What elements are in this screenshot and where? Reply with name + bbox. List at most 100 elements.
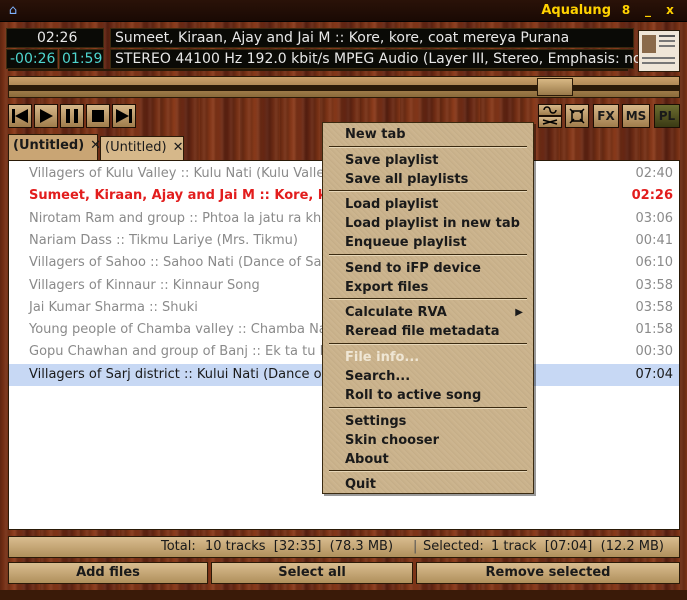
track-name: Villagers of Sarj district :: Kului Nati… [29,366,351,382]
menu-item-label: Search... [345,369,411,384]
playlist-context-menu: New tab Save playlist Save all playlists Lo… [322,122,534,494]
submenu-arrow-icon: ▶ [515,307,523,318]
fx-button[interactable]: FX [593,104,619,128]
total-time: 01:59 [62,51,103,67]
menu-item-file-info: File info... [345,349,531,367]
menu-item-reread-file-metadata[interactable]: Reread file metadata [345,323,531,341]
menu-item-label: Reread file metadata [345,324,500,339]
menu-separator [329,407,527,409]
menu-item-save-all-playlists[interactable]: Save all playlists [345,171,531,189]
ms-button[interactable]: MS [622,104,650,128]
track-name: Jai Kumar Sharma :: Shuki [29,299,198,315]
stop-icon [92,110,104,122]
track-name: Gopu Chawhan and group of Banj :: Ek ta … [29,344,345,360]
prev-button[interactable] [8,104,32,128]
menu-item-load-playlist[interactable]: Load playlist [345,196,531,214]
menu-item-roll-to-active-song[interactable]: Roll to active song [345,387,531,405]
menu-item-label: Roll to active song [345,388,482,403]
tab-close-icon[interactable]: ✕ [173,140,184,155]
repeat-icon [543,106,557,114]
expand-icon [569,108,585,124]
pl-button[interactable]: PL [654,104,680,128]
menu-item-search[interactable]: Search... [345,368,531,386]
shuffle-button[interactable] [538,116,562,128]
menu-item-label: Save playlist [345,153,439,168]
tab-untitled-1[interactable]: (Untitled) ✕ [8,134,101,160]
volume-track [8,69,628,71]
track-duration: 02:40 [635,166,673,181]
play-button[interactable] [34,104,58,128]
title-bar: ⌂ Aqualung 8 _ x [0,0,687,22]
selected-value: 1 track [07:04] (12.2 MB) [491,539,664,554]
menu-item-settings[interactable]: Settings [345,413,531,431]
add-files-button[interactable]: Add files [8,562,208,584]
menu-item-send-to-ifp-device[interactable]: Send to iFP device [345,260,531,278]
menu-item-save-playlist[interactable]: Save playlist [345,152,531,170]
elapsed-time-display[interactable]: 02:26 [6,28,104,48]
track-duration: 01:58 [635,322,673,338]
stop-button[interactable] [86,104,110,128]
total-value: 10 tracks [32:35] (78.3 MB) [205,539,394,554]
pause-button[interactable] [60,104,84,128]
menu-item-enqueue-playlist[interactable]: Enqueue playlist [345,234,531,252]
stream-info: STEREO 44100 Hz 192.0 kbit/s MPEG Audio … [115,51,665,67]
seek-groove [9,85,679,91]
track-duration: 03:06 [635,210,673,226]
menu-separator [329,190,527,192]
track-name: Nariam Dass :: Tikmu Lariye (Mrs. Tikmu) [29,232,298,248]
track-name: Villagers of Sahoo :: Sahoo Nati (Dance … [29,255,346,271]
app-icon[interactable]: ⌂ [5,3,21,19]
menu-item-skin-chooser[interactable]: Skin chooser [345,432,531,450]
menu-item-label: Settings [345,414,407,429]
next-icon [116,109,132,123]
menu-item-export-files[interactable]: Export files [345,279,531,297]
track-duration: 06:10 [635,255,673,271]
window-title: Aqualung [541,3,611,18]
remove-selected-button[interactable]: Remove selected [416,562,680,584]
menu-separator [329,254,527,256]
album-art [638,30,680,72]
track-duration: 02:26 [631,188,673,204]
total-label: Total: [161,539,196,554]
minimize-button[interactable]: _ [641,3,655,17]
track-duration: 00:41 [635,232,673,248]
menu-item-load-playlist-in-new-tab[interactable]: Load playlist in new tab [345,215,531,233]
menu-item-label: Enqueue playlist [345,235,467,250]
track-name: Nirotam Ram and group :: Phtoa la jatu r… [29,210,346,226]
tab-label: (Untitled) [105,140,167,155]
menu-item-new-tab[interactable]: New tab [345,126,531,144]
volume-bar[interactable] [8,66,628,74]
close-button[interactable]: x [663,3,677,17]
status-bar: Total: 10 tracks [32:35] (78.3 MB) | Sel… [8,536,680,558]
tab-label: (Untitled) [13,138,85,153]
shade-button[interactable]: 8 [619,3,633,17]
menu-item-label: Calculate RVA [345,305,447,320]
repeat-button[interactable] [538,104,562,116]
next-button[interactable] [112,104,136,128]
song-title: Sumeet, Kiraan, Ajay and Jai M :: Kore, … [115,30,570,46]
seek-bar[interactable] [8,76,680,98]
menu-item-calculate-rva[interactable]: Calculate RVA ▶ [345,304,531,322]
select-all-button[interactable]: Select all [211,562,413,584]
menu-item-label: Send to iFP device [345,261,481,276]
selected-label: Selected: [423,539,484,554]
pause-icon [66,109,78,123]
menu-item-label: Quit [345,477,376,492]
menu-item-label: Save all playlists [345,172,469,187]
menu-item-label: Export files [345,280,429,295]
menu-item-label: Load playlist [345,197,439,212]
track-duration: 03:58 [635,299,673,315]
menu-item-label: New tab [345,127,406,142]
menu-item-about[interactable]: About [345,451,531,469]
track-name: Young people of Chamba valley :: Chamba … [29,322,345,338]
menu-item-quit[interactable]: Quit [345,476,531,494]
track-name: Villagers of Kinnaur :: Kinnaur Song [29,277,260,293]
seek-thumb[interactable] [537,78,573,96]
menu-item-label: Load playlist in new tab [345,216,520,231]
status-divider: | [413,539,418,554]
menu-separator [329,298,527,300]
track-name: Villagers of Kulu Valley :: Kulu Nati (K… [29,166,355,181]
menu-item-label: File info... [345,350,420,365]
tab-untitled-2[interactable]: (Untitled) ✕ [100,136,184,160]
fullscreen-button[interactable] [565,104,589,128]
